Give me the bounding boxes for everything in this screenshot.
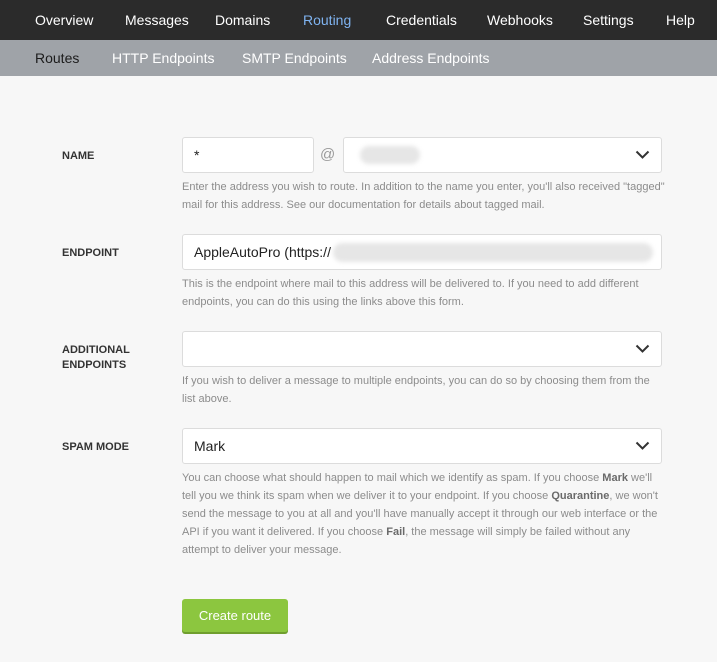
nav-webhooks[interactable]: Webhooks bbox=[487, 0, 553, 40]
additional-label-line1: ADDITIONAL bbox=[62, 344, 130, 356]
endpoint-select[interactable]: AppleAutoPro (https:// bbox=[182, 234, 662, 270]
nav-messages[interactable]: Messages bbox=[125, 0, 189, 40]
spam-help-mark: Mark bbox=[602, 472, 628, 484]
nav-overview[interactable]: Overview bbox=[35, 0, 93, 40]
nav-settings[interactable]: Settings bbox=[583, 0, 634, 40]
spam-mode-label: SPAM MODE bbox=[62, 441, 130, 453]
endpoint-label: ENDPOINT bbox=[62, 247, 119, 259]
additional-endpoints-select[interactable] bbox=[182, 331, 662, 367]
redacted-endpoint-url bbox=[333, 243, 653, 262]
name-help-text: Enter the address you wish to route. In … bbox=[182, 181, 665, 211]
additional-endpoints-help-text: If you wish to deliver a message to mult… bbox=[182, 375, 650, 405]
name-label: NAME bbox=[62, 150, 95, 162]
redacted-domain bbox=[360, 146, 420, 164]
nav-domains[interactable]: Domains bbox=[215, 0, 270, 40]
spam-help-quarantine: Quarantine bbox=[551, 490, 610, 502]
chevron-down-icon bbox=[635, 344, 650, 353]
nav-credentials[interactable]: Credentials bbox=[386, 0, 457, 40]
subnav-http-endpoints[interactable]: HTTP Endpoints bbox=[112, 40, 214, 76]
name-value: * bbox=[194, 147, 200, 163]
create-route-button[interactable]: Create route bbox=[182, 599, 288, 632]
name-input[interactable]: * bbox=[182, 137, 314, 173]
sub-navigation: Routes HTTP Endpoints SMTP Endpoints Add… bbox=[0, 40, 717, 76]
subnav-routes[interactable]: Routes bbox=[35, 40, 79, 76]
endpoint-help-text: This is the endpoint where mail to this … bbox=[182, 278, 639, 308]
endpoint-value: AppleAutoPro (https:// bbox=[194, 244, 331, 260]
top-navigation: Overview Messages Domains Routing Creden… bbox=[0, 0, 717, 40]
additional-endpoints-label: ADDITIONAL ENDPOINTS bbox=[62, 343, 130, 373]
at-symbol: @ bbox=[320, 146, 336, 163]
subnav-address-endpoints[interactable]: Address Endpoints bbox=[372, 40, 490, 76]
spam-help-fail: Fail bbox=[386, 526, 406, 538]
nav-routing[interactable]: Routing bbox=[303, 0, 351, 40]
spam-mode-help-text: You can choose what should happen to mai… bbox=[182, 469, 666, 559]
spam-mode-select[interactable]: Mark bbox=[182, 428, 662, 464]
nav-help[interactable]: Help bbox=[666, 0, 695, 40]
spam-mode-value: Mark bbox=[194, 438, 226, 454]
additional-label-line2: ENDPOINTS bbox=[62, 359, 127, 371]
chevron-down-icon bbox=[635, 441, 650, 450]
spam-help-part1: You can choose what should happen to mai… bbox=[182, 472, 603, 484]
domain-select[interactable] bbox=[343, 137, 662, 173]
subnav-smtp-endpoints[interactable]: SMTP Endpoints bbox=[242, 40, 347, 76]
chevron-down-icon bbox=[635, 150, 650, 159]
